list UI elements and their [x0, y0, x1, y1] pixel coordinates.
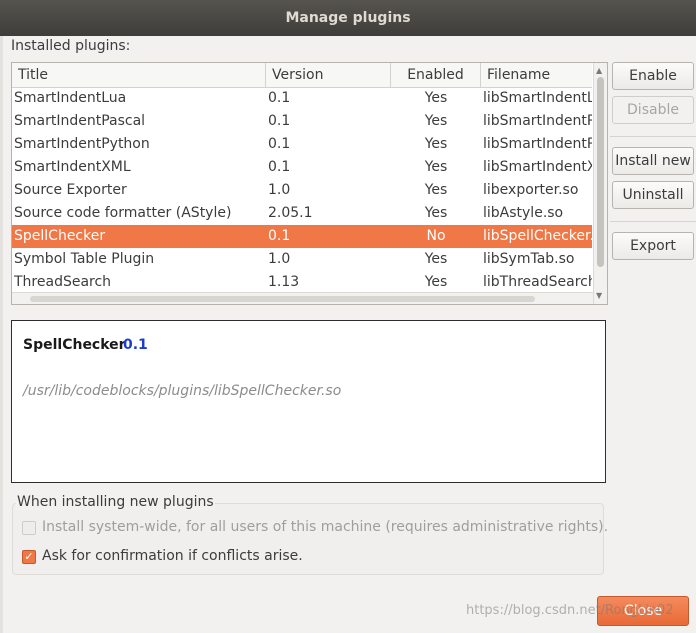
cell-enabled: Yes	[424, 90, 448, 106]
install-options-title: When installing new plugins	[16, 494, 215, 510]
column-header-title[interactable]: Title	[12, 63, 266, 87]
window-titlebar: Manage plugins	[0, 0, 696, 36]
details-plugin-path: /usr/lib/codeblocks/plugins/libSpellChec…	[23, 383, 342, 399]
cell-version: 0.1	[268, 159, 291, 175]
cell-title: SmartIndentXML	[14, 159, 131, 175]
column-header-enabled[interactable]: Enabled	[391, 63, 481, 87]
cell-filename: libSmartIndentP	[483, 136, 592, 152]
table-row[interactable]: SmartIndentXML 0.1 Yes libSmartIndentX	[12, 156, 592, 179]
system-wide-label: Install system-wide, for all users of th…	[42, 519, 609, 535]
table-row[interactable]: SmartIndentPascal 0.1 Yes libSmartIndentP	[12, 110, 592, 133]
vertical-scrollbar[interactable]: ▲ ▼	[593, 63, 607, 304]
plugin-details-panel: SpellChecker 0.1 /usr/lib/codeblocks/plu…	[11, 320, 606, 483]
table-row[interactable]: SmartIndentLua 0.1 Yes libSmartIndentL	[12, 87, 592, 110]
cell-version: 0.1	[268, 228, 291, 244]
system-wide-checkbox	[22, 521, 36, 535]
watermark-text: https://blog.csdn.net/RongLin02	[466, 603, 674, 618]
cell-title: Source code formatter (AStyle)	[14, 205, 232, 221]
scroll-down-icon[interactable]: ▼	[596, 291, 602, 300]
cell-version: 1.0	[268, 251, 291, 267]
cell-version: 0.1	[268, 136, 291, 152]
cell-filename: libAstyle.so	[483, 205, 564, 221]
cell-title: SmartIndentLua	[14, 90, 127, 106]
cell-version: 2.05.1	[268, 205, 313, 221]
table-row[interactable]: SpellChecker 0.1 No libSpellChecker.s	[12, 225, 592, 248]
horizontal-scrollbar[interactable]	[12, 292, 593, 304]
cell-enabled: Yes	[424, 159, 448, 175]
cell-enabled: Yes	[424, 113, 448, 129]
table-row[interactable]: Source Exporter 1.0 Yes libexporter.so	[12, 179, 592, 202]
window-title: Manage plugins	[285, 10, 411, 26]
horizontal-scroll-thumb[interactable]	[30, 296, 535, 302]
plugins-list[interactable]: Title Version Enabled Filename SmartInde…	[11, 62, 608, 305]
disable-button: Disable	[612, 96, 694, 124]
cell-enabled: Yes	[424, 251, 448, 267]
table-row[interactable]: SmartIndentPython 0.1 Yes libSmartIndentP	[12, 133, 592, 156]
cell-version: 0.1	[268, 90, 291, 106]
installed-plugins-label: Installed plugins:	[11, 38, 131, 54]
cell-filename: libSmartIndentP	[483, 113, 592, 129]
cell-title: SpellChecker	[14, 228, 106, 244]
buttons-separator	[610, 136, 696, 137]
cell-enabled: Yes	[424, 182, 448, 198]
cell-enabled: Yes	[424, 274, 448, 290]
cell-title: SmartIndentPascal	[14, 113, 146, 129]
details-plugin-version: 0.1	[123, 337, 148, 353]
cell-filename: libSmartIndentL	[483, 90, 592, 106]
cell-filename: libSpellChecker.s	[483, 228, 592, 244]
cell-version: 0.1	[268, 113, 291, 129]
table-row[interactable]: Source code formatter (AStyle) 2.05.1 Yes l…	[12, 202, 592, 225]
column-header-version[interactable]: Version	[266, 63, 391, 87]
column-header-filename[interactable]: Filename	[481, 63, 596, 87]
confirm-conflicts-checkbox[interactable]: ✓	[22, 550, 36, 564]
vertical-scroll-thumb[interactable]	[597, 77, 604, 267]
cell-title: ThreadSearch	[14, 274, 112, 290]
table-row[interactable]: Symbol Table Plugin 1.0 Yes libSymTab.so	[12, 248, 592, 271]
list-header: Title Version Enabled Filename	[12, 63, 592, 88]
enable-button[interactable]: Enable	[612, 62, 694, 90]
plugin-rows: SmartIndentLua 0.1 Yes libSmartIndentL Smart…	[12, 87, 592, 292]
export-button[interactable]: Export	[612, 232, 694, 260]
install-options-group	[12, 503, 604, 575]
cell-title: SmartIndentPython	[14, 136, 150, 152]
cell-filename: libSmartIndentX	[483, 159, 592, 175]
cell-version: 1.13	[268, 274, 300, 290]
window-left-edge	[0, 36, 3, 633]
scroll-up-icon[interactable]: ▲	[596, 66, 602, 75]
cell-title: Symbol Table Plugin	[14, 251, 155, 267]
cell-enabled: Yes	[424, 205, 448, 221]
cell-enabled: No	[426, 228, 446, 244]
cell-enabled: Yes	[424, 136, 448, 152]
buttons-separator-2	[610, 221, 696, 222]
cell-filename: libSymTab.so	[483, 251, 575, 267]
cell-version: 1.0	[268, 182, 291, 198]
cell-title: Source Exporter	[14, 182, 127, 198]
cell-filename: libThreadSearch	[483, 274, 592, 290]
uninstall-button[interactable]: Uninstall	[612, 181, 694, 209]
cell-filename: libexporter.so	[483, 182, 579, 198]
install-new-button[interactable]: Install new	[612, 147, 694, 175]
confirm-conflicts-label[interactable]: Ask for confirmation if conflicts arise.	[42, 548, 303, 564]
details-plugin-name: SpellChecker	[23, 337, 126, 353]
table-row[interactable]: ThreadSearch 1.13 Yes libThreadSearch	[12, 271, 592, 292]
